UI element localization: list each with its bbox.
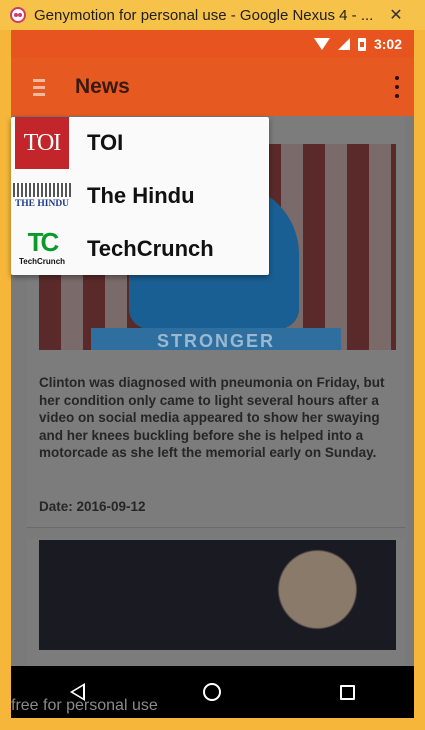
emulator-window: Genymotion for personal use - Google Nex…: [0, 0, 425, 730]
news-image: [39, 540, 396, 650]
news-description: Clinton was diagnosed with pneumonia on …: [39, 375, 385, 461]
status-time: 3:02: [373, 36, 402, 52]
close-icon[interactable]: ✕: [373, 4, 419, 26]
techcrunch-logo-icon: TC TechCrunch: [18, 227, 66, 266]
toi-logo-icon: TOI: [11, 117, 73, 169]
menu-item-techcrunch[interactable]: TC TechCrunch TechCrunch: [11, 223, 269, 275]
home-icon[interactable]: [203, 683, 222, 701]
news-date: Date: 2016-09-12: [39, 499, 146, 514]
window-title: Genymotion for personal use - Google Nex…: [34, 6, 374, 24]
watermark: free for personal use: [11, 697, 158, 714]
menu-item-label: TOI: [87, 130, 124, 155]
overflow-menu-icon[interactable]: [390, 76, 404, 98]
battery-icon: [357, 37, 366, 51]
menu-icon[interactable]: [11, 58, 67, 116]
source-dropdown-menu: TOI TOI THE HINDU The Hindu TC TechCrunc…: [11, 117, 269, 275]
menu-item-toi[interactable]: TOI TOI: [11, 117, 269, 169]
menu-item-label: The Hindu: [87, 183, 195, 208]
wifi-icon: [313, 38, 330, 50]
the-hindu-logo-icon: THE HINDU: [11, 170, 73, 222]
podium-sign: STRONGER: [91, 328, 341, 350]
status-bar: 3:02: [11, 30, 414, 58]
menu-item-label: TechCrunch: [87, 236, 214, 261]
window-titlebar[interactable]: Genymotion for personal use - Google Nex…: [0, 0, 425, 30]
app-title: News: [75, 75, 130, 98]
news-card[interactable]: [27, 538, 405, 666]
recent-apps-icon[interactable]: [339, 684, 355, 700]
signal-icon: [337, 38, 350, 50]
menu-item-the-hindu[interactable]: THE HINDU The Hindu: [11, 170, 269, 222]
genymotion-icon: [10, 7, 26, 23]
app-bar: News: [11, 58, 414, 116]
